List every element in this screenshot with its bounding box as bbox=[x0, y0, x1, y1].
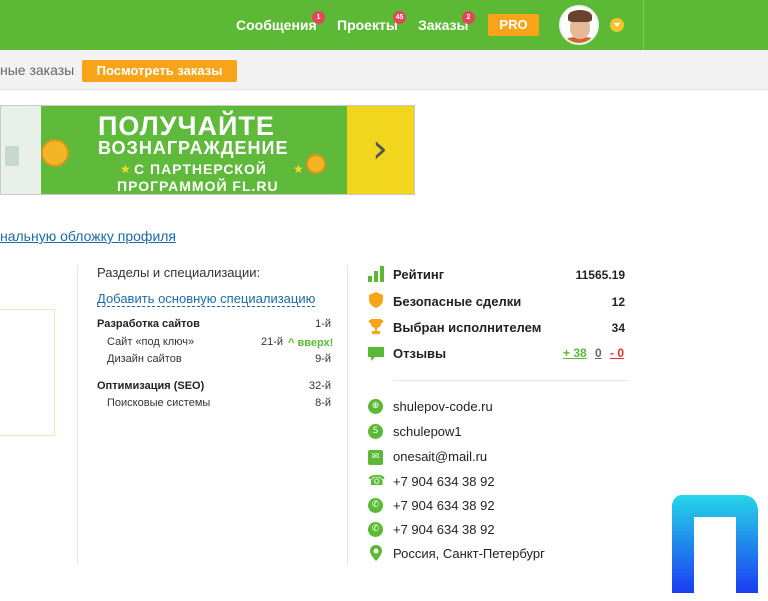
stat-value-chosen: 34 bbox=[611, 321, 625, 335]
stat-value-safe-deals: 12 bbox=[611, 295, 625, 309]
phone-icon: ☎ bbox=[368, 473, 386, 489]
topbar-divider bbox=[643, 0, 644, 50]
stat-label-chosen: Выбран исполнителем bbox=[393, 320, 542, 335]
brand-logo bbox=[672, 495, 758, 593]
stat-label-safe-deals: Безопасные сделки bbox=[393, 294, 522, 309]
spec-item-rank: 21-й bbox=[260, 336, 283, 348]
specializations-title: Разделы и специализации: bbox=[97, 265, 261, 280]
spec-group-rank: 32-й bbox=[308, 380, 331, 392]
reviews-neutral-link[interactable]: 0 bbox=[595, 346, 602, 360]
contact-website[interactable]: shulepov-code.ru bbox=[393, 399, 493, 414]
banner-line-2: ВОЗНАГРАЖДЕНИЕ bbox=[98, 138, 289, 158]
projects-count-badge: 45 bbox=[393, 11, 406, 24]
spec-group-rank: 1-й bbox=[315, 318, 331, 330]
nav-messages[interactable]: Сообщения bbox=[236, 17, 317, 33]
rank-up-indicator: ^ вверх! bbox=[288, 337, 334, 349]
messages-count-badge: 1 bbox=[312, 11, 325, 24]
partner-program-banner[interactable]: ПОЛУЧАЙТЕ ВОЗНАГРАЖДЕНИЕ ★ С ПАРТНЕРСКОЙ… bbox=[0, 105, 415, 195]
spec-item-rank: 9-й bbox=[315, 353, 331, 365]
contact-phone[interactable]: +7 904 634 38 92 bbox=[393, 474, 495, 489]
location-pin-icon bbox=[370, 545, 382, 561]
banner-side-image bbox=[1, 106, 41, 194]
spec-group-name[interactable]: Оптимизация (SEO) bbox=[97, 380, 204, 392]
profile-cover-link[interactable]: нальную обложку профиля bbox=[0, 228, 176, 244]
spec-item-name[interactable]: Поисковые системы bbox=[107, 397, 210, 409]
chevron-down-icon[interactable] bbox=[610, 18, 624, 32]
whatsapp-icon: ✆ bbox=[368, 522, 383, 537]
avatar[interactable] bbox=[559, 5, 599, 45]
stats-separator bbox=[393, 380, 628, 381]
contact-whatsapp[interactable]: +7 904 634 38 92 bbox=[393, 522, 495, 537]
star-icon: ★ bbox=[293, 162, 304, 176]
spec-group-name[interactable]: Разработка сайтов bbox=[97, 318, 200, 330]
view-orders-button[interactable]: Посмотреть заказы bbox=[82, 60, 237, 82]
mail-icon: ✉ bbox=[368, 450, 383, 465]
column-divider bbox=[77, 265, 78, 565]
viber-icon: ✆ bbox=[368, 498, 383, 513]
reviews-positive-link[interactable]: + 38 bbox=[563, 346, 587, 360]
subbar-text: ные заказы bbox=[0, 62, 75, 78]
reviews-negative-link[interactable]: - 0 bbox=[610, 346, 624, 360]
avatar-hair bbox=[568, 10, 592, 22]
orders-count-badge: 2 bbox=[462, 11, 475, 24]
contact-location: Россия, Санкт-Петербург bbox=[393, 546, 545, 561]
spec-item-name[interactable]: Сайт «под ключ» bbox=[107, 336, 194, 348]
nav-orders[interactable]: Заказы bbox=[418, 17, 468, 33]
nav-projects-label: Проекты bbox=[337, 17, 398, 33]
skype-icon: S bbox=[368, 424, 383, 439]
globe-icon: ⊕ bbox=[368, 399, 383, 414]
spec-item-rank: 8-й bbox=[315, 397, 331, 409]
banner-line-4: ПРОГРАММОЙ FL.RU bbox=[117, 178, 279, 194]
add-main-specialization-link[interactable]: Добавить основную специализацию bbox=[97, 291, 316, 307]
contact-email[interactable]: onesait@mail.ru bbox=[393, 449, 487, 464]
pro-button[interactable]: PRO bbox=[488, 14, 539, 36]
stat-value-rating: 11565.19 bbox=[575, 268, 625, 282]
stat-label-rating: Рейтинг bbox=[393, 267, 445, 282]
contact-skype[interactable]: schulepow1 bbox=[393, 424, 462, 439]
coin-icon bbox=[306, 154, 326, 174]
spec-item-name[interactable]: Дизайн сайтов bbox=[107, 353, 182, 365]
nav-messages-label: Сообщения bbox=[236, 17, 317, 33]
banner-line-3: С ПАРТНЕРСКОЙ bbox=[134, 161, 267, 177]
coin-icon bbox=[41, 139, 69, 167]
trophy-icon bbox=[369, 319, 383, 334]
contact-viber[interactable]: +7 904 634 38 92 bbox=[393, 498, 495, 513]
shield-icon bbox=[369, 292, 383, 308]
rating-bars-icon bbox=[368, 266, 384, 282]
chevron-right-icon: › bbox=[372, 126, 388, 172]
nav-projects[interactable]: Проекты bbox=[337, 17, 398, 33]
banner-arrow-button[interactable]: › bbox=[347, 106, 414, 194]
nav-orders-label: Заказы bbox=[418, 17, 469, 33]
top-navbar: Сообщения 1 Проекты 45 Заказы 2 PRO bbox=[0, 0, 768, 50]
profile-info-box bbox=[0, 309, 55, 436]
speech-bubble-icon bbox=[368, 347, 384, 361]
stat-label-reviews: Отзывы bbox=[393, 346, 447, 361]
column-divider bbox=[347, 265, 348, 565]
star-icon: ★ bbox=[120, 162, 131, 176]
